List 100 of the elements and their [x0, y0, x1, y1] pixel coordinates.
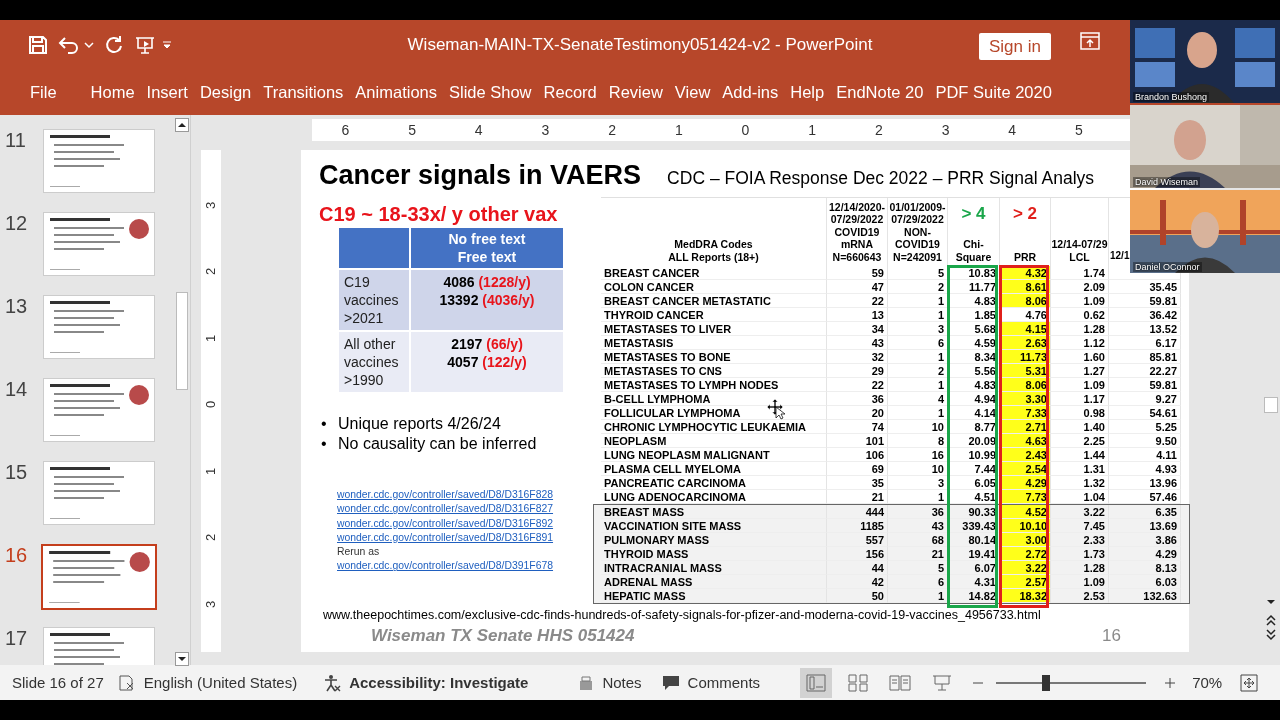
- ribbon-tab[interactable]: Design: [193, 83, 258, 102]
- zoom-in-icon[interactable]: [1164, 676, 1177, 689]
- ribbon-tab[interactable]: Record: [537, 83, 603, 102]
- ruler-number: 0: [203, 401, 219, 409]
- ribbon-tab[interactable]: Home: [84, 83, 141, 102]
- ribbon-tab[interactable]: EndNote 20: [830, 83, 930, 102]
- table-cell: 20: [827, 406, 888, 420]
- ribbon-tab[interactable]: PDF Suite 2020: [929, 83, 1058, 102]
- ruler-number: 1: [807, 122, 818, 138]
- undo-icon[interactable]: [58, 35, 80, 55]
- table-cell: BREAST MASS: [601, 505, 827, 519]
- ribbon-display-icon[interactable]: [1080, 32, 1100, 50]
- ribbon-tab[interactable]: Transitions: [257, 83, 350, 102]
- table-cell: 8.34: [948, 350, 1000, 364]
- ribbon-tab[interactable]: View: [668, 83, 717, 102]
- column-header: > 2 PRR: [1000, 198, 1051, 266]
- table-cell: 8: [888, 434, 948, 448]
- table-cell: METASTASES TO CNS: [601, 364, 827, 378]
- table-cell: 132.63: [1109, 589, 1181, 603]
- column-header: > 4 Chi- Square: [948, 198, 1000, 266]
- table-cell: 22: [827, 378, 888, 392]
- table-cell: 5: [888, 561, 948, 575]
- table-cell: 21: [888, 547, 948, 561]
- table-cell: 4.93: [1109, 462, 1181, 476]
- slide-number: 16: [4, 544, 29, 566]
- caret-icon[interactable]: [84, 41, 94, 49]
- comments-button[interactable]: Comments: [687, 674, 761, 691]
- scroll-up-icon[interactable]: [175, 118, 189, 132]
- scrollbar-thumb[interactable]: [176, 292, 188, 390]
- table-cell: 80.14: [948, 533, 1000, 547]
- ribbon-tab[interactable]: Animations: [349, 83, 443, 102]
- table-cell: 36: [827, 392, 888, 406]
- table-cell: 2: [888, 364, 948, 378]
- table-cell: 68: [888, 533, 948, 547]
- column-header: 01/01/2009- 07/29/2022 NON- COVID19 N=242091: [888, 198, 948, 266]
- comments-icon[interactable]: [661, 674, 680, 691]
- table-cell: 9.27: [1109, 392, 1181, 406]
- ribbon-tab[interactable]: Review: [602, 83, 669, 102]
- slide-title: Cancer signals in VAERS: [319, 160, 642, 191]
- ribbon-tab[interactable]: Slide Show: [443, 83, 538, 102]
- scrollbar-thumb[interactable]: [1264, 397, 1278, 413]
- table-cell: 4.11: [1109, 448, 1181, 462]
- table-cell: 6.03: [1109, 575, 1181, 589]
- ruler-number: 6: [340, 122, 351, 138]
- link[interactable]: wonder.cdc.gov/controller/saved/D8/D316F827: [337, 502, 554, 517]
- previous-slide-icon[interactable]: [1265, 614, 1277, 626]
- table-cell: 69: [827, 462, 888, 476]
- zoom-level[interactable]: 70%: [1192, 674, 1223, 691]
- table-cell: 6.07: [948, 561, 1000, 575]
- link[interactable]: wonder.cdc.gov/controller/saved/D8/D316F828: [337, 488, 554, 503]
- proofing-icon[interactable]: [117, 674, 136, 691]
- fit-to-window-icon[interactable]: [1240, 673, 1259, 692]
- sign-in-button[interactable]: Sign in: [979, 33, 1051, 60]
- slide-thumbnail[interactable]: [41, 544, 157, 610]
- bullet-marker: •: [321, 414, 328, 434]
- accessibility-icon[interactable]: [323, 673, 342, 692]
- sorter-view-icon[interactable]: [847, 673, 870, 692]
- table-cell: 0.98: [1051, 406, 1109, 420]
- table-cell: LUNG NEOPLASM MALIGNANT: [601, 448, 827, 462]
- table-cell: 44: [827, 561, 888, 575]
- table-cell: 4.31: [948, 575, 1000, 589]
- save-icon[interactable]: [28, 35, 48, 55]
- bullet-text: No causality can be inferred: [338, 434, 537, 454]
- table-cell: 4.59: [948, 336, 1000, 350]
- ribbon-tab[interactable]: Insert: [140, 83, 194, 102]
- table-cell: 6: [888, 575, 948, 589]
- table-cell: 36: [888, 505, 948, 519]
- zoom-slider-thumb[interactable]: [1041, 674, 1050, 691]
- slideshow-view-icon[interactable]: [931, 673, 954, 692]
- link[interactable]: wonder.cdc.gov/controller/saved/D8/D316F892: [337, 516, 554, 531]
- accessibility-status[interactable]: Accessibility: Investigate: [349, 674, 529, 691]
- table-cell: 6.17: [1109, 336, 1181, 350]
- table-cell: 36.42: [1109, 308, 1181, 322]
- scroll-down-icon[interactable]: [175, 652, 189, 666]
- table-cell: 1.28: [1051, 561, 1109, 575]
- ribbon-tab[interactable]: Help: [784, 83, 831, 102]
- table-cell: 1: [888, 308, 948, 322]
- table-cell: 13.69: [1109, 519, 1181, 533]
- next-slide-icon[interactable]: [1265, 629, 1277, 641]
- redo-icon[interactable]: [104, 35, 124, 55]
- link[interactable]: wonder.cdc.gov/controller/saved/D8/D391F678: [337, 559, 554, 574]
- table-cell: 3: [888, 476, 948, 490]
- table-cell: 3.86: [1109, 533, 1181, 547]
- slide-number: 15: [4, 461, 29, 483]
- ruler-number: 3: [203, 600, 219, 608]
- notes-button[interactable]: Notes: [602, 674, 642, 691]
- table-cell: INTRACRANIAL MASS: [601, 561, 827, 575]
- file-tab[interactable]: File: [24, 83, 63, 102]
- link[interactable]: wonder.cdc.gov/controller/saved/D8/D316F891: [337, 530, 554, 546]
- move-cursor-icon: [767, 398, 785, 420]
- caret-icon[interactable]: [162, 41, 172, 49]
- notes-icon[interactable]: [578, 674, 595, 691]
- ribbon-tab[interactable]: Add-ins: [716, 83, 785, 102]
- table-cell: 1.40: [1051, 420, 1109, 434]
- table-cell: 6.35: [1109, 505, 1181, 519]
- table-cell: 339.43: [948, 519, 1000, 533]
- column-header: MedDRA Codes ALL Reports (18+): [601, 198, 827, 266]
- table-cell: 42: [827, 575, 888, 589]
- table-cell: 1: [888, 350, 948, 364]
- language-status[interactable]: English (United States): [143, 674, 298, 691]
